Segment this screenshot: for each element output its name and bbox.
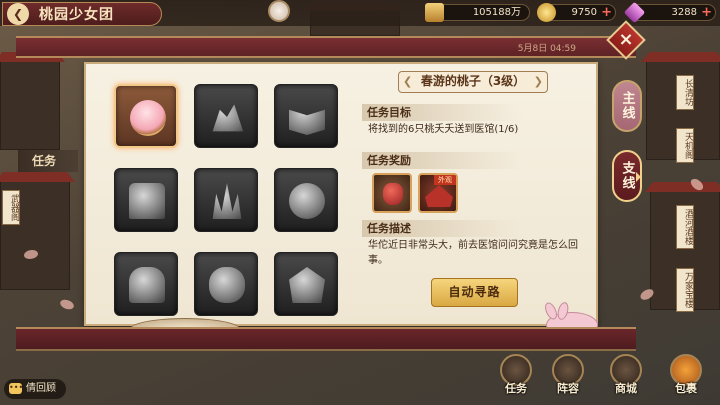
reward-item-costume[interactable]: 外观 xyxy=(418,173,458,213)
resource-power-value: 105188万 xyxy=(472,7,521,18)
resource-gold: 9750 + xyxy=(537,3,616,22)
costume-badge: 外观 xyxy=(434,175,456,185)
task-side-label: 任务 xyxy=(18,150,78,172)
description-heading: 任务描述 xyxy=(362,220,522,237)
gem-icon xyxy=(623,1,646,24)
server-time: 5月8日 04:59 xyxy=(517,44,576,54)
map-building xyxy=(0,60,60,150)
nav-formation-label: 阵容 xyxy=(557,382,579,395)
resource-gems-value: 3288 xyxy=(671,7,697,18)
add-gems-button[interactable]: + xyxy=(701,5,712,20)
open-book-icon xyxy=(289,109,325,135)
quest-item-statue[interactable] xyxy=(114,252,178,316)
quest-item-dolls[interactable] xyxy=(194,252,258,316)
reward-item-pouch[interactable] xyxy=(372,173,412,213)
map-label: 万家宝楼 xyxy=(676,268,694,312)
nav-bag-label: 包裹 xyxy=(675,382,697,395)
close-icon: × xyxy=(618,29,634,50)
market-stall-icon xyxy=(289,267,325,303)
quest-item-rock[interactable] xyxy=(194,84,258,148)
map-label: 酒河酒楼 xyxy=(676,205,694,249)
resource-gems: 3288 + xyxy=(623,1,716,24)
petal-decoration xyxy=(58,297,76,312)
npc-avatar[interactable] xyxy=(268,0,290,22)
quest-item-shop[interactable] xyxy=(274,252,338,316)
figure-statue-icon xyxy=(129,267,165,303)
objective-heading: 任务目标 xyxy=(362,104,522,121)
chat-button[interactable]: ••• 倩回顾 xyxy=(4,379,66,399)
back-button[interactable]: ❮ 桃园少女团 xyxy=(2,2,162,26)
resource-power: 105188万 xyxy=(425,3,530,22)
page-title: 桃园少女团 xyxy=(39,7,114,23)
nav-tasks-label: 任务 xyxy=(505,382,527,395)
pouch-icon xyxy=(383,183,403,205)
quest-item-book[interactable] xyxy=(274,84,338,148)
chat-bubble-icon: ••• xyxy=(9,383,24,394)
gold-ingot-icon xyxy=(425,3,444,22)
map-label: 天机阁 xyxy=(676,128,694,163)
description-text: 华佗近日非常头大，前去医馆问问究竟是怎么回事。 xyxy=(368,240,578,266)
dialog-frame-top: 5月8日 04:59 xyxy=(16,36,636,58)
nav-formation-button[interactable]: 阵容 xyxy=(546,354,590,402)
armor-chest-icon xyxy=(129,183,165,219)
nav-shop-button[interactable]: 商城 xyxy=(604,354,648,402)
reward-heading: 任务奖励 xyxy=(362,152,522,169)
nav-bag-button[interactable]: 包裹 xyxy=(664,354,708,402)
add-gold-button[interactable]: + xyxy=(601,5,612,20)
quest-item-peach-bun[interactable] xyxy=(114,84,178,148)
nav-shop-label: 商城 xyxy=(615,382,637,395)
map-label: 武器阁 xyxy=(2,190,20,225)
map-label: 长清坊 xyxy=(676,75,694,110)
herb-plant-icon xyxy=(212,183,242,219)
tab-side-quest[interactable]: 支线 xyxy=(612,150,642,202)
panda-dolls-icon xyxy=(209,267,245,303)
resource-gold-value: 9750 xyxy=(571,7,597,18)
quest-item-plant[interactable] xyxy=(194,168,258,232)
top-bar: ❮ 桃园少女团 105188万 9750 + 3288 + xyxy=(0,0,720,26)
coin-icon xyxy=(537,3,556,22)
quest-item-plate[interactable] xyxy=(274,168,338,232)
rabbit-plate-icon xyxy=(289,183,325,219)
chevron-left-icon: ❮ xyxy=(7,3,29,25)
tab-main-quest[interactable]: 主线 xyxy=(612,80,642,132)
nav-tasks-button[interactable]: 任务 xyxy=(494,354,538,402)
quest-title: 春游的桃子（3级） xyxy=(398,71,548,93)
peach-bun-icon xyxy=(130,100,166,136)
costume-tent-icon xyxy=(425,185,453,207)
quest-item-armor[interactable] xyxy=(114,168,178,232)
mountain-rock-icon xyxy=(212,104,244,132)
dialog-frame-bottom xyxy=(16,327,636,351)
chat-label: 倩回顾 xyxy=(26,383,56,394)
objective-text: 将找到的6只桃夭夭送到医馆(1/6) xyxy=(368,124,519,135)
auto-pathfind-button[interactable]: 自动寻路 xyxy=(431,278,518,307)
